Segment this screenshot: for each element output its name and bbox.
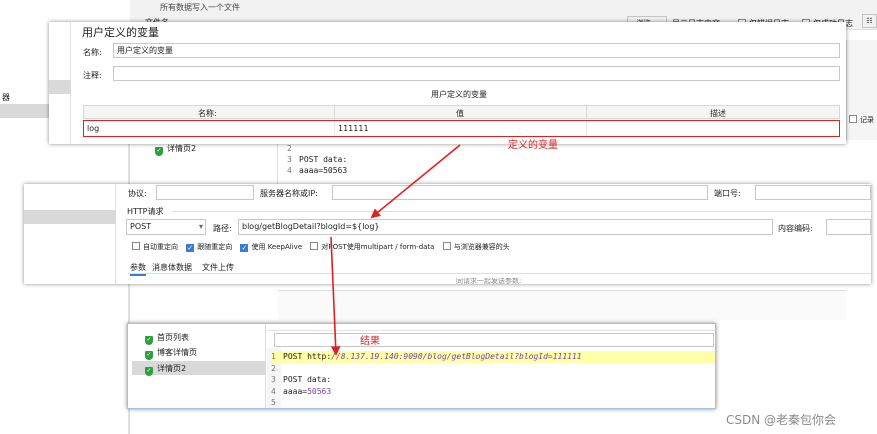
watermark: CSDN @老秦包你会 <box>726 413 837 427</box>
arrow-to-result <box>330 236 341 356</box>
annotation-result: 结果 <box>360 336 380 347</box>
arrow-to-path <box>370 144 461 219</box>
annotation-defined-variable: 定义的变量 <box>508 140 558 151</box>
annotation-arrows <box>330 144 461 356</box>
